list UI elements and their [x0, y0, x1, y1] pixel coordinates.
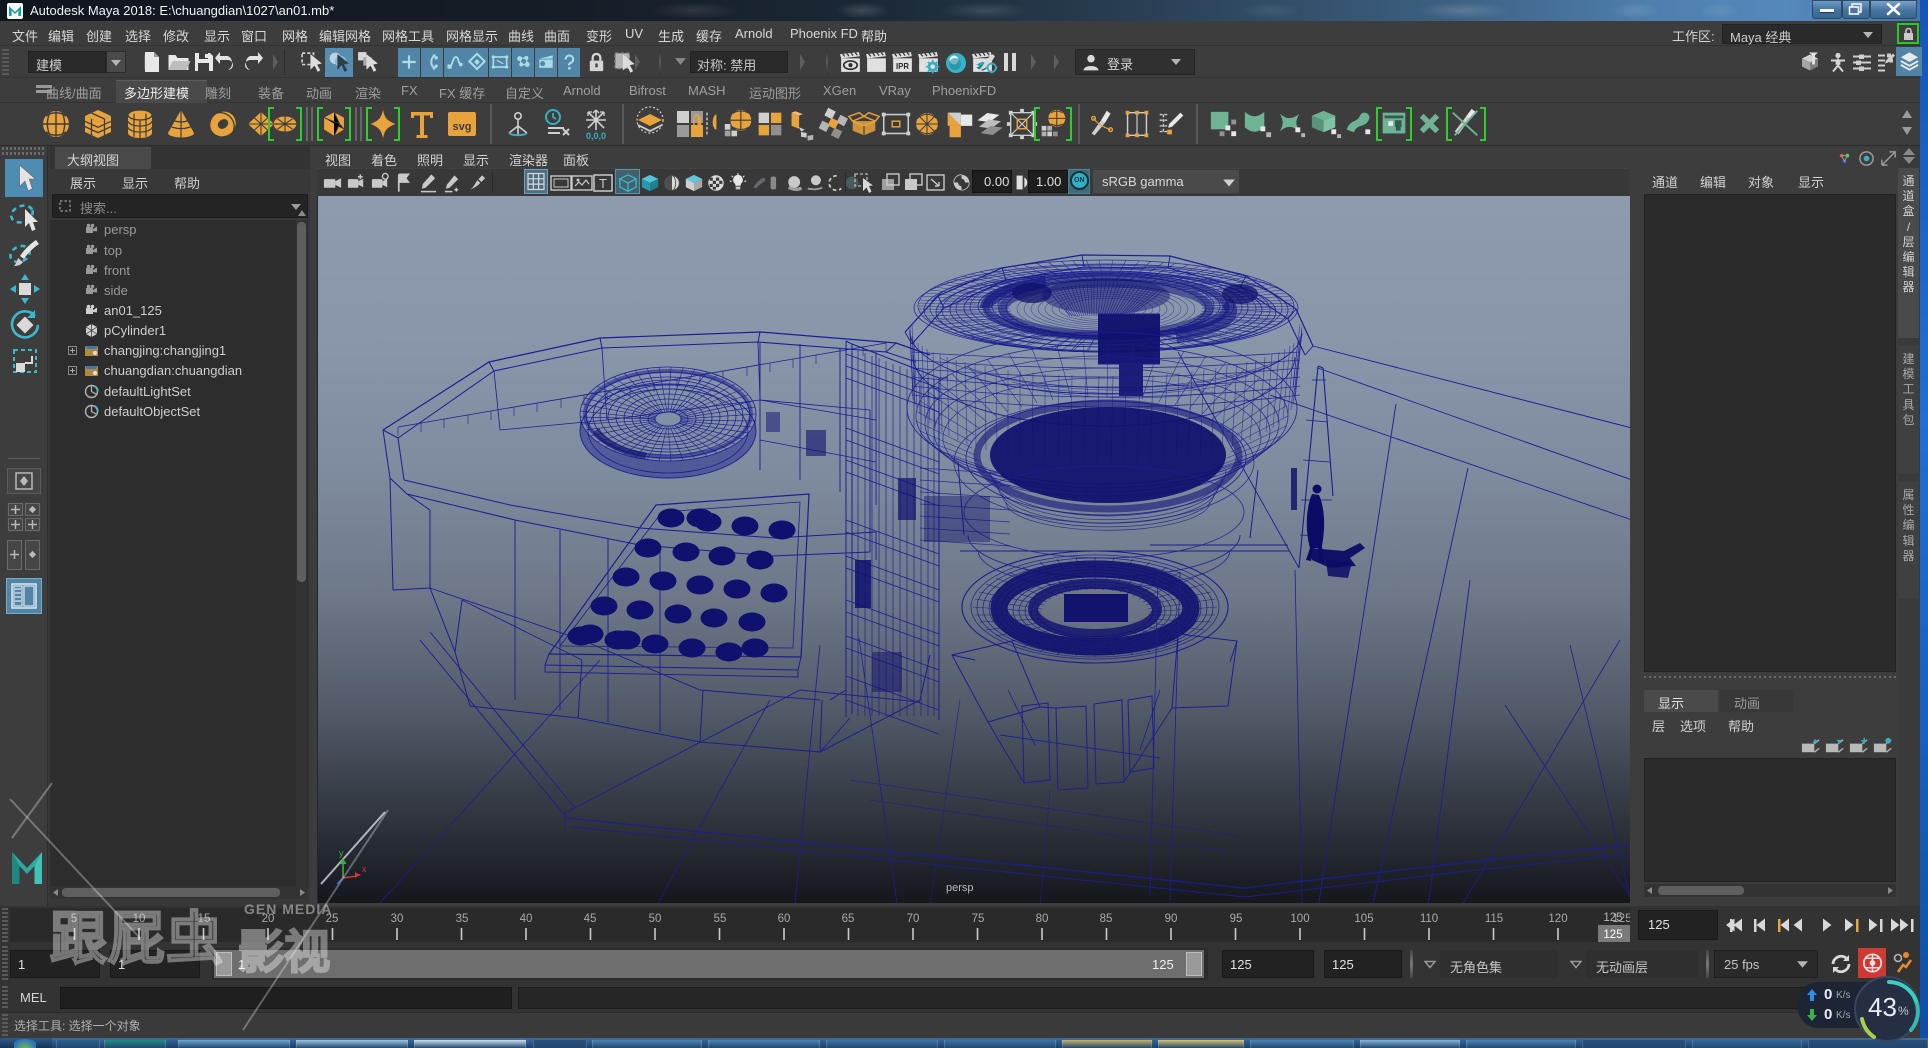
- svg-text:80: 80: [1036, 913, 1049, 925]
- svg-text:60: 60: [778, 913, 791, 925]
- svg-text:55: 55: [714, 913, 727, 925]
- svg-text:IPR: IPR: [896, 62, 909, 71]
- svg-text:svg: svg: [453, 121, 472, 133]
- svg-text:75: 75: [972, 913, 985, 925]
- svg-text:95: 95: [1230, 913, 1243, 925]
- svg-text:40: 40: [520, 913, 533, 925]
- svg-text:0,0,0: 0,0,0: [586, 131, 606, 141]
- svg-text:90: 90: [1165, 913, 1178, 925]
- svg-text:45: 45: [584, 913, 597, 925]
- svg-text:115: 115: [1485, 913, 1503, 925]
- svg-text:120: 120: [1548, 913, 1567, 925]
- svg-text:100: 100: [1290, 913, 1309, 925]
- svg-text:70: 70: [907, 913, 920, 925]
- svg-text:105: 105: [1354, 913, 1373, 925]
- svg-text:T: T: [599, 176, 607, 191]
- svg-text:125: 125: [1603, 912, 1622, 924]
- svg-text:65: 65: [842, 913, 855, 925]
- svg-text:85: 85: [1100, 913, 1113, 925]
- svg-text:50: 50: [649, 913, 662, 925]
- svg-text:125: 125: [1603, 929, 1622, 941]
- svg-text:110: 110: [1420, 913, 1438, 925]
